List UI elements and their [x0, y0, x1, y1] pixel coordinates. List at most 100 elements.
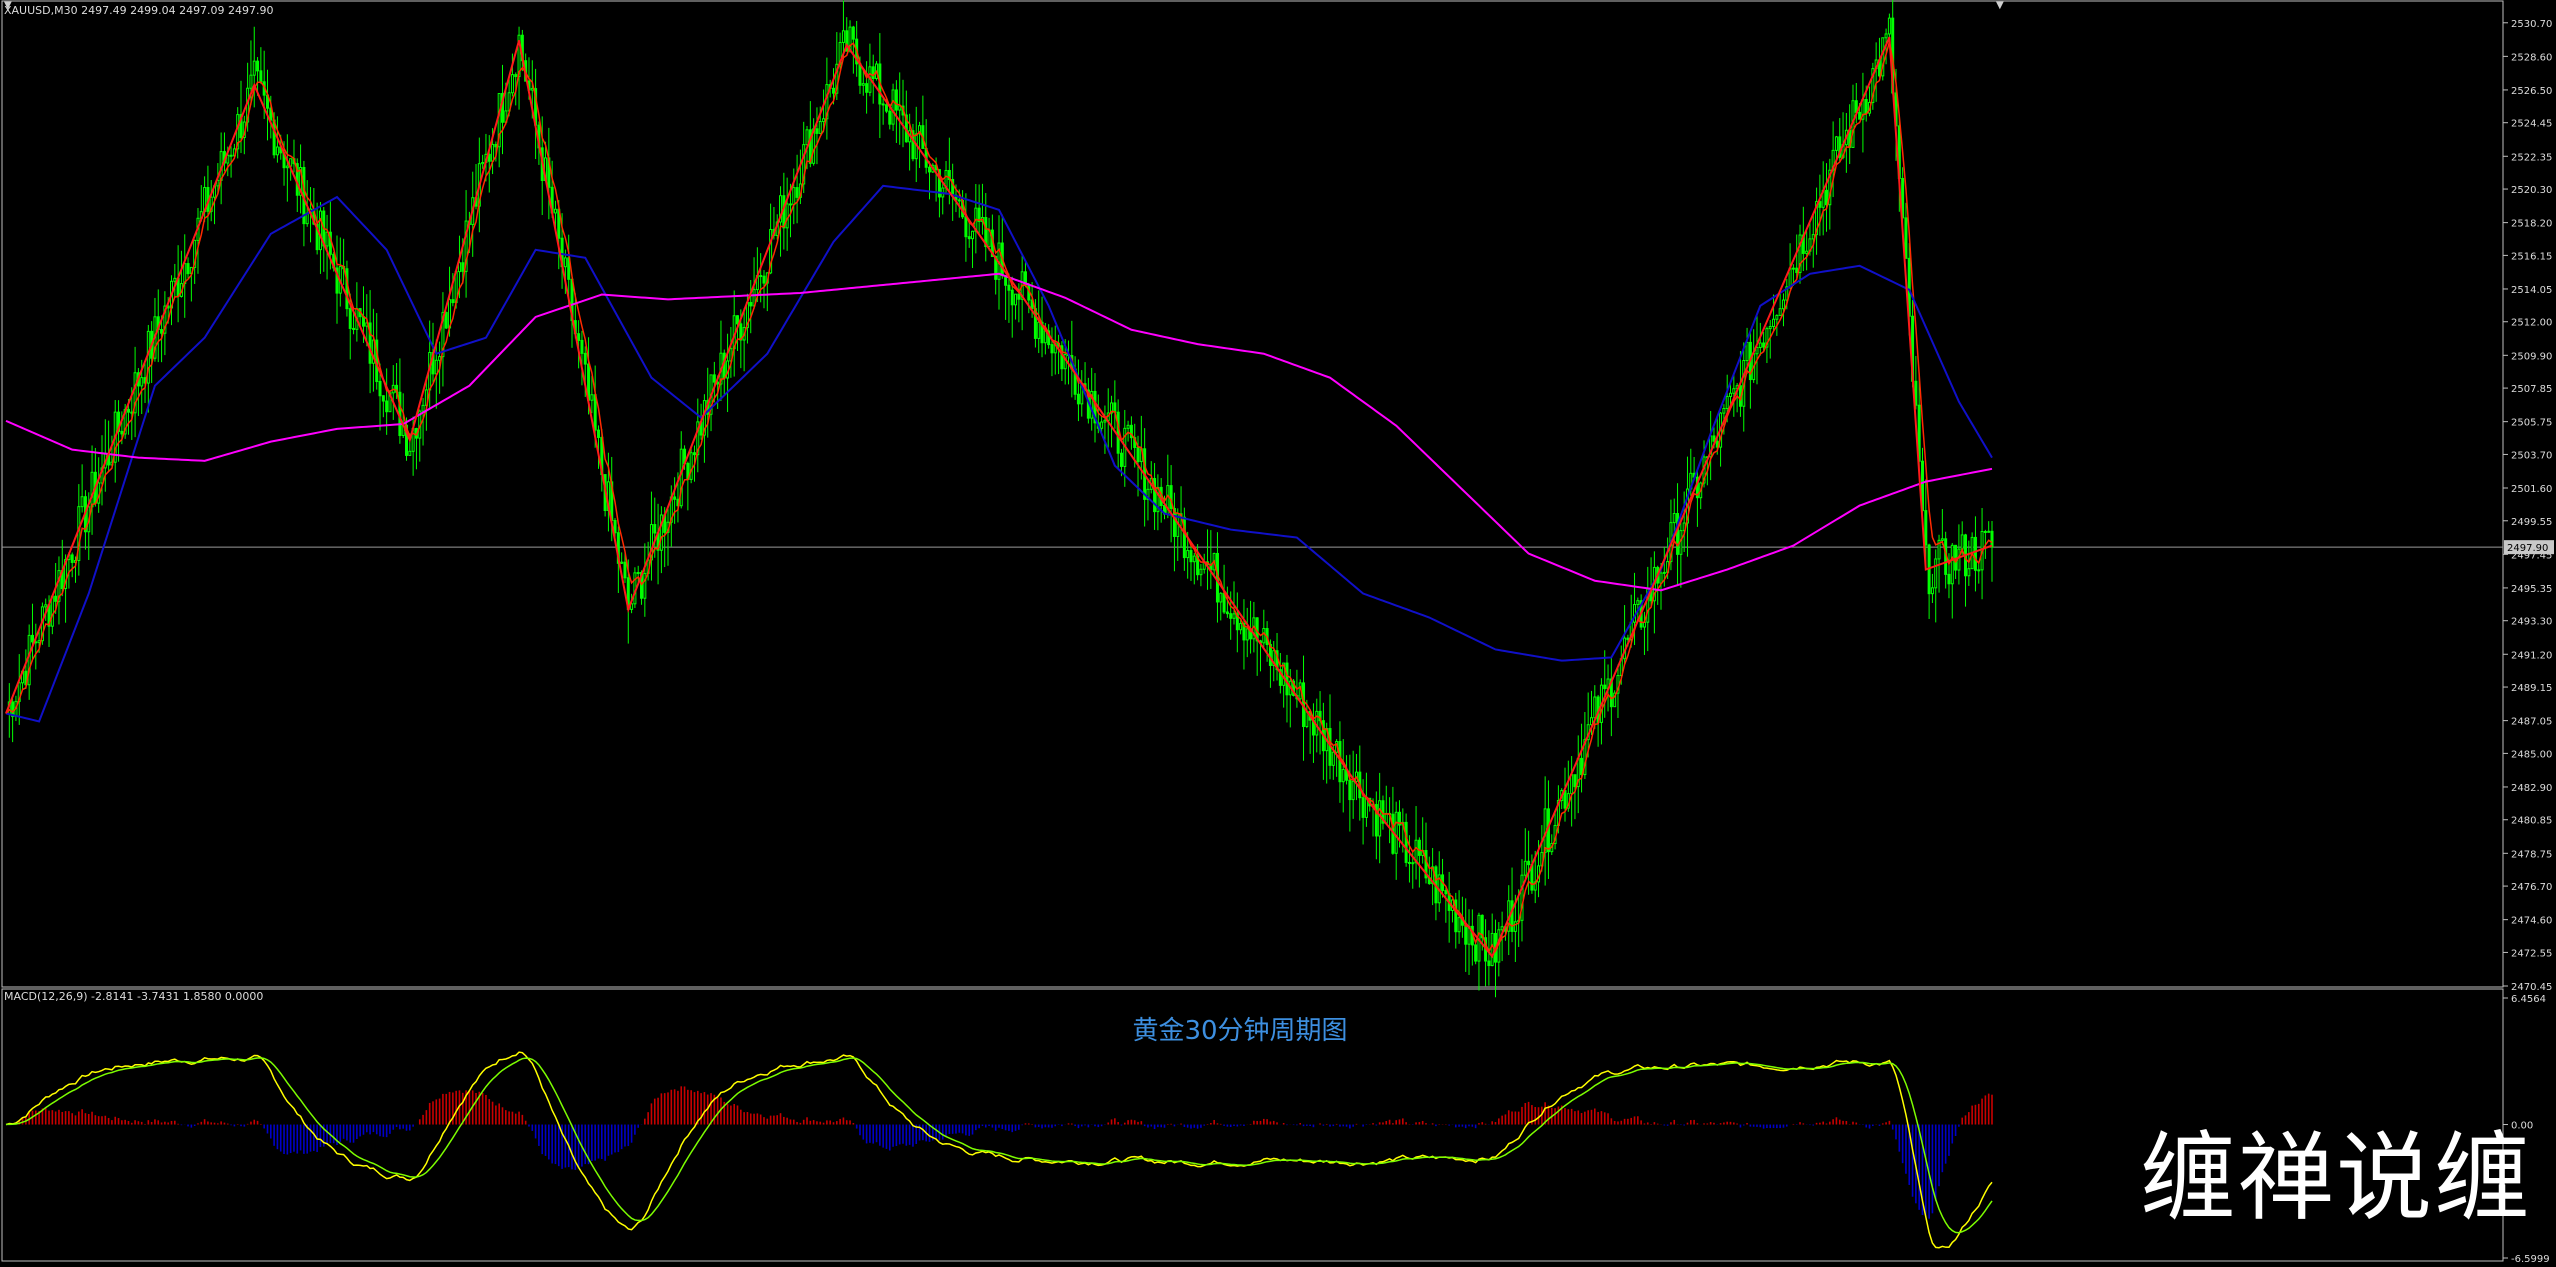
candle-body [256, 60, 260, 72]
candle-body [1805, 250, 1809, 254]
candle-body [1825, 189, 1828, 206]
y-tick-label: 2474.60 [2511, 916, 2552, 927]
candle-body [643, 572, 647, 599]
y-tick-label: 2485.00 [2511, 749, 2552, 760]
candle-body [1189, 550, 1193, 563]
chart-window: 2530.70 2528.60 2526.50 2524.45 2522.35 2520.… [0, 0, 2556, 1265]
candle-body [1603, 684, 1607, 690]
candle-body [173, 277, 177, 282]
candle-body [792, 187, 796, 206]
candle-body [1225, 611, 1229, 615]
candle-body [636, 572, 640, 575]
candle-body [1364, 797, 1368, 818]
candle-body [381, 395, 385, 402]
candle-body [891, 89, 895, 125]
y-tick-label: 2509.90 [2511, 351, 2552, 362]
candle-body [1219, 592, 1223, 603]
candle-body [229, 154, 233, 157]
candle-body [1262, 628, 1266, 644]
y-tick-label: 2516.15 [2511, 251, 2552, 262]
candle-body [1464, 924, 1468, 945]
candle-body [822, 118, 826, 123]
candle-body [759, 275, 763, 278]
candle-body [881, 103, 885, 106]
candle-body [653, 524, 657, 534]
candle-body [1887, 17, 1891, 35]
y-tick-label: 2505.75 [2511, 418, 2552, 429]
y-tick-label: 2503.70 [2511, 450, 2552, 461]
candle-body [818, 121, 822, 134]
candle-body [1126, 424, 1130, 429]
candle-body [1580, 757, 1584, 776]
candle-body [50, 595, 54, 627]
candle-body [510, 74, 514, 94]
candle-body [1285, 662, 1289, 696]
candle-body [596, 429, 600, 438]
candle-body [620, 561, 624, 564]
candle-body [249, 74, 253, 89]
candle-body [1136, 446, 1140, 463]
candle-body [1563, 790, 1567, 809]
candle-body [673, 496, 677, 500]
candle-body [1811, 234, 1815, 240]
candle-body [1199, 568, 1203, 576]
candle-body [90, 471, 94, 508]
candle-body [1474, 944, 1478, 962]
candle-body [494, 143, 498, 148]
candle-body [434, 359, 438, 375]
candle-body [1947, 573, 1951, 585]
candle-body [1778, 308, 1782, 316]
candle-body [70, 554, 74, 563]
candle-body [1378, 800, 1382, 837]
candle-body [623, 561, 627, 579]
candle-body [1407, 861, 1411, 864]
collapse-triangle-icon[interactable]: ▼ [4, 0, 12, 11]
candle-body [126, 408, 130, 413]
candle-body [1940, 538, 1944, 541]
candle-body [1444, 889, 1448, 895]
candle-body [1967, 568, 1971, 577]
candle-body [275, 146, 279, 156]
candle-body [795, 187, 799, 198]
y-tick-label: 2480.85 [2511, 816, 2552, 827]
candle-body [1732, 388, 1736, 394]
candle-body [590, 394, 594, 401]
y-tick-label: 2493.30 [2511, 617, 2552, 628]
y-tick-label: 2499.55 [2511, 517, 2552, 528]
candle-body [325, 231, 329, 247]
candle-body [1007, 284, 1011, 291]
candle-body [1490, 932, 1494, 967]
candle-body [1924, 510, 1928, 546]
symbol-header: XAUUSD,M30 2497.49 2499.04 2497.09 2497.… [4, 4, 274, 17]
candle-body [785, 203, 789, 229]
candle-body [1745, 341, 1749, 362]
candle-body [1662, 571, 1666, 574]
candle-body [1192, 555, 1196, 563]
candle-body [577, 333, 581, 341]
candle-body [80, 496, 84, 508]
candle-body [971, 230, 975, 240]
candle-body [318, 210, 322, 251]
candle-body [1103, 419, 1107, 423]
candle-body [762, 275, 766, 284]
candle-body [736, 315, 740, 325]
candle-body [285, 165, 289, 169]
current-price-label: 2497.90 [2507, 543, 2548, 554]
y-tick-label: 2470.45 [2511, 982, 2552, 993]
candle-body [858, 63, 862, 86]
y-tick-label: 2520.30 [2511, 185, 2552, 196]
chart-shift-marker-icon[interactable]: ▼ [1996, 0, 2004, 11]
candle-body [1983, 531, 1987, 534]
candle-body [378, 380, 382, 397]
candle-body [421, 404, 425, 412]
candle-body [1222, 592, 1226, 613]
candle-body [1659, 572, 1663, 584]
candle-body [884, 104, 888, 112]
candle-body [1186, 550, 1190, 559]
candle-body [1960, 534, 1964, 550]
candle-body [44, 604, 48, 608]
y-tick-label: 2530.70 [2511, 19, 2552, 30]
candle-body [815, 128, 819, 134]
candle-body [851, 26, 855, 40]
candle-body [1864, 99, 1868, 114]
